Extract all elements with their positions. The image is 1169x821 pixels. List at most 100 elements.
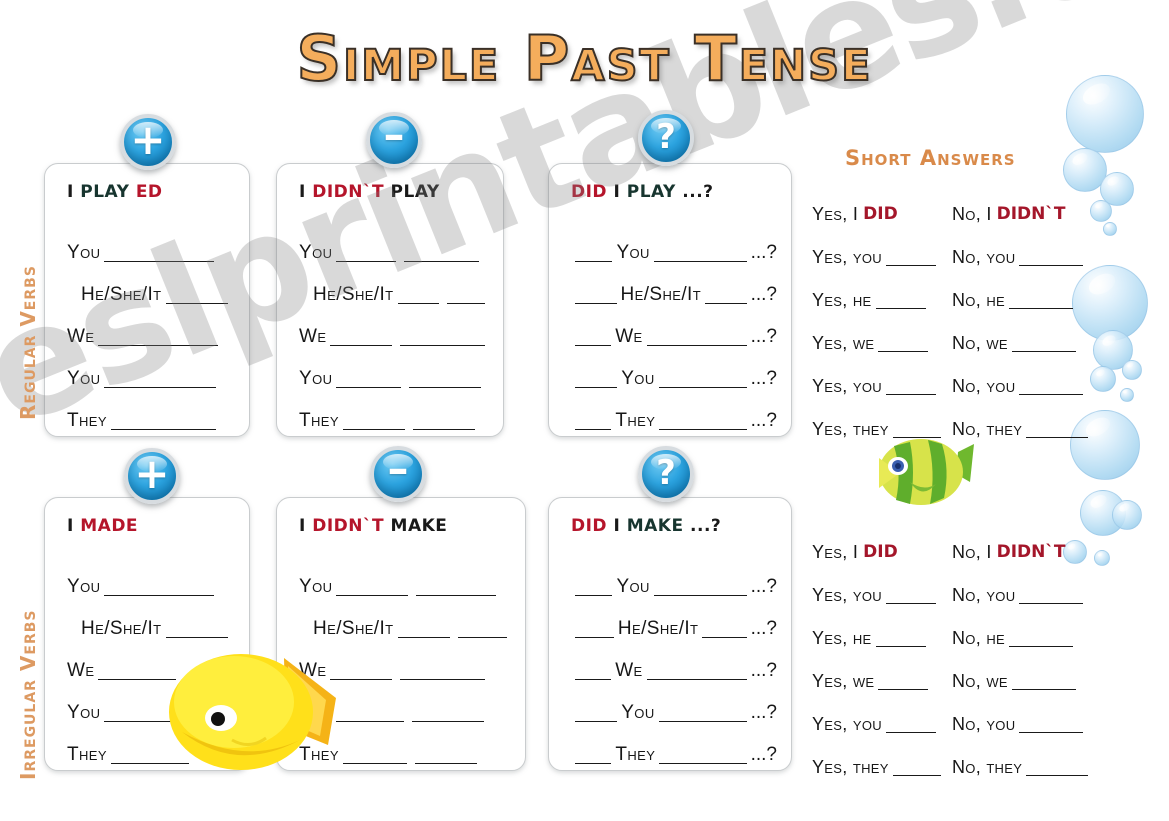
answer-blank[interactable] <box>397 289 439 304</box>
answer-blank[interactable] <box>892 761 941 776</box>
card-rows: You...? He/She/It...? We...? You...? They...… <box>571 220 777 430</box>
answer-blank[interactable] <box>575 415 612 430</box>
answer-blank[interactable] <box>575 289 617 304</box>
page-title: Simple Past Tense <box>296 21 873 96</box>
answer-blank[interactable] <box>575 623 614 638</box>
answer-blank[interactable] <box>659 749 747 764</box>
heading-part: DID <box>571 516 608 536</box>
answer-blank[interactable] <box>646 665 747 680</box>
short-answers-heading: Short Answers <box>845 146 1016 170</box>
conjugation-row: You <box>67 346 235 388</box>
answer-blank[interactable] <box>885 718 936 733</box>
conjugation-row: You <box>299 554 511 596</box>
answer-blank[interactable] <box>1008 294 1073 309</box>
question-suffix: ...? <box>750 618 777 639</box>
answer-blank[interactable] <box>1011 337 1076 352</box>
answer-blank[interactable] <box>878 337 929 352</box>
answer-blank[interactable] <box>646 331 747 346</box>
answer-blank[interactable] <box>104 581 215 596</box>
card-regular-question: DID I PLAY ...? You...? He/She/It...? We...… <box>548 163 792 437</box>
card-rows: You He/She/It We You They <box>299 220 489 430</box>
card-irregular-question: DID I MAKE ...? You...? He/She/It...? We...… <box>548 497 792 771</box>
answer-blank[interactable] <box>458 623 507 638</box>
conjugation-row: We <box>299 304 489 346</box>
pronoun-label: He/She/It <box>81 284 162 305</box>
short-answer-lead: Yes, you <box>812 585 882 605</box>
heading-part: MADE <box>80 516 139 536</box>
answer-blank[interactable] <box>412 415 475 430</box>
answer-blank[interactable] <box>1019 251 1084 266</box>
conjugation-row: We...? <box>571 638 777 680</box>
short-answer-row: No, we <box>952 647 1092 690</box>
answer-blank[interactable] <box>446 289 485 304</box>
badge-glyph: ? <box>656 453 676 493</box>
answer-blank[interactable] <box>575 707 618 722</box>
answer-blank[interactable] <box>875 632 926 647</box>
answer-blank[interactable] <box>336 247 397 262</box>
answer-blank[interactable] <box>416 581 497 596</box>
answer-blank[interactable] <box>336 373 402 388</box>
answer-blank[interactable] <box>702 623 747 638</box>
answer-blank[interactable] <box>885 380 936 395</box>
answer-blank[interactable] <box>885 589 936 604</box>
answer-blank[interactable] <box>400 665 486 680</box>
answer-blank[interactable] <box>412 707 485 722</box>
answer-blank[interactable] <box>1019 589 1084 604</box>
answer-blank[interactable] <box>400 331 485 346</box>
answer-blank[interactable] <box>110 415 216 430</box>
question-suffix: ...? <box>750 744 777 765</box>
answer-blank[interactable] <box>1026 423 1089 438</box>
heading-part: ...? <box>682 182 714 202</box>
question-suffix: ...? <box>750 326 777 347</box>
answer-blank[interactable] <box>414 749 477 764</box>
answer-blank[interactable] <box>575 247 613 262</box>
pronoun-label: You <box>621 702 655 723</box>
answer-blank[interactable] <box>342 749 407 764</box>
answer-blank[interactable] <box>1026 761 1089 776</box>
answer-blank[interactable] <box>575 581 613 596</box>
answer-blank[interactable] <box>878 675 929 690</box>
card-heading: DID I MAKE ...? <box>571 516 721 536</box>
answer-blank[interactable] <box>658 707 747 722</box>
answer-blank[interactable] <box>397 623 451 638</box>
answer-blank[interactable] <box>336 707 405 722</box>
short-answer-row: No, they <box>952 733 1092 776</box>
short-answer-row: No, you <box>952 352 1092 395</box>
answer-blank[interactable] <box>575 749 612 764</box>
answer-blank[interactable] <box>98 331 219 346</box>
plus-icon: + <box>124 448 180 504</box>
answer-blank[interactable] <box>1011 675 1076 690</box>
answer-blank[interactable] <box>875 294 926 309</box>
answer-blank[interactable] <box>1019 718 1084 733</box>
short-answer-row: No, he <box>952 266 1092 309</box>
short-answer-lead: No, he <box>952 628 1005 648</box>
answer-blank[interactable] <box>575 665 612 680</box>
answer-blank[interactable] <box>705 289 747 304</box>
answer-blank[interactable] <box>330 331 393 346</box>
answer-blank[interactable] <box>104 247 215 262</box>
answer-blank[interactable] <box>575 331 612 346</box>
pronoun-label: You <box>67 702 101 723</box>
answer-blank[interactable] <box>165 289 228 304</box>
answer-blank[interactable] <box>885 251 936 266</box>
answer-blank[interactable] <box>165 623 228 638</box>
answer-blank[interactable] <box>336 581 409 596</box>
short-answer-row: Yes, he <box>812 266 945 309</box>
answer-blank[interactable] <box>1019 380 1084 395</box>
answer-blank[interactable] <box>658 373 747 388</box>
heading-part: I <box>613 516 621 536</box>
answer-blank[interactable] <box>653 247 747 262</box>
short-answer-row: No, he <box>952 604 1092 647</box>
answer-blank[interactable] <box>575 373 618 388</box>
answer-blank[interactable] <box>659 415 747 430</box>
answer-blank[interactable] <box>342 415 405 430</box>
answer-blank[interactable] <box>98 665 177 680</box>
answer-blank[interactable] <box>653 581 747 596</box>
answer-blank[interactable] <box>1008 632 1073 647</box>
short-answers-irregular: Yes, I DID Yes, you Yes, he Yes, we Yes, you Y… <box>812 518 1142 778</box>
answer-blank[interactable] <box>409 373 482 388</box>
pronoun-label: You <box>616 242 650 263</box>
heading-part: I <box>299 516 306 536</box>
answer-blank[interactable] <box>104 373 217 388</box>
answer-blank[interactable] <box>404 247 480 262</box>
